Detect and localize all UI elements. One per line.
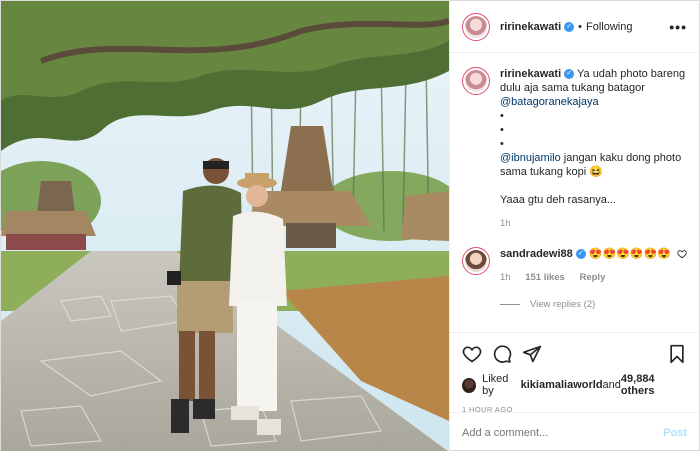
view-replies-label: View replies (2) xyxy=(530,299,596,310)
avatar[interactable] xyxy=(462,12,490,41)
more-options-icon[interactable]: ••• xyxy=(669,19,687,35)
comment-like-heart-icon[interactable] xyxy=(677,249,687,259)
caption-bullet: • xyxy=(500,110,504,122)
comment-username[interactable]: sandradewi88 xyxy=(500,248,573,260)
avatar[interactable] xyxy=(462,247,490,275)
heart-icon[interactable] xyxy=(462,344,482,364)
action-icons xyxy=(462,341,687,367)
comment-body: sandradewi88 ✓ 😍😍😍😍😍😍 1h 151 likes Reply xyxy=(500,247,671,285)
add-comment-bar: Post xyxy=(450,412,699,451)
caption-text-3: Yaaa gtu deh rasanya... xyxy=(500,194,616,206)
liked-by-count[interactable]: 49,884 others xyxy=(621,373,687,397)
post-photo[interactable] xyxy=(1,1,449,451)
comment-meta: 1h 151 likes Reply xyxy=(500,271,671,285)
caption-meta: 1h xyxy=(500,217,687,231)
liker-avatar[interactable] xyxy=(462,377,477,393)
caption: ririnekawati ✓ Ya udah photo bareng dulu … xyxy=(462,67,687,231)
mention-link-batagor[interactable]: @batagoranekajaya xyxy=(500,96,599,108)
post-sidebar: ririnekawati ✓ • Following ••• ririnekaw… xyxy=(449,1,699,451)
verified-badge-icon: ✓ xyxy=(575,249,586,260)
caption-time[interactable]: 1h xyxy=(500,218,511,229)
comment-time[interactable]: 1h xyxy=(500,272,511,283)
liked-by-user[interactable]: kikiamaliaworld xyxy=(521,379,603,391)
liked-by-prefix: Liked by xyxy=(482,373,509,397)
separator-dot: • xyxy=(578,20,582,33)
reply-button[interactable]: Reply xyxy=(579,272,605,283)
view-replies-button[interactable]: View replies (2) xyxy=(500,299,687,310)
avatar[interactable] xyxy=(462,67,490,95)
post-comment-button[interactable]: Post xyxy=(663,427,687,439)
comment-likes[interactable]: 151 likes xyxy=(525,272,565,283)
header-user: ririnekawati ✓ • Following xyxy=(500,21,632,33)
replies-divider xyxy=(500,304,520,305)
caption-bullet: • xyxy=(500,124,504,136)
comments-list: ririnekawati ✓ Ya udah photo bareng dulu … xyxy=(450,53,699,332)
share-icon[interactable] xyxy=(522,344,542,364)
verified-badge-icon: ✓ xyxy=(564,21,575,32)
liked-by: Liked by kikiamaliaworld and 49,884 othe… xyxy=(462,373,687,397)
caption-body: ririnekawati ✓ Ya udah photo bareng dulu … xyxy=(500,67,687,231)
mention-link-ibnujamilo[interactable]: @ibnujamilo xyxy=(500,152,561,164)
caption-username[interactable]: ririnekawati xyxy=(500,68,561,80)
header-username[interactable]: ririnekawati xyxy=(500,21,561,33)
photo-illustration xyxy=(1,1,449,451)
following-button[interactable]: Following xyxy=(586,21,632,33)
comment-text: 😍😍😍😍😍😍 xyxy=(588,248,672,260)
comment-icon[interactable] xyxy=(492,344,512,364)
verified-badge-icon: ✓ xyxy=(564,69,575,80)
post-actions: Liked by kikiamaliaworld and 49,884 othe… xyxy=(450,332,699,414)
comment-item: sandradewi88 ✓ 😍😍😍😍😍😍 1h 151 likes Reply xyxy=(462,247,687,285)
add-comment-input[interactable] xyxy=(462,426,664,439)
liked-by-and: and xyxy=(602,379,621,391)
instagram-post: ririnekawati ✓ • Following ••• ririnekaw… xyxy=(0,0,700,451)
post-header: ririnekawati ✓ • Following ••• xyxy=(450,1,699,53)
caption-bullet: • xyxy=(500,138,504,150)
bookmark-icon[interactable] xyxy=(667,344,687,364)
